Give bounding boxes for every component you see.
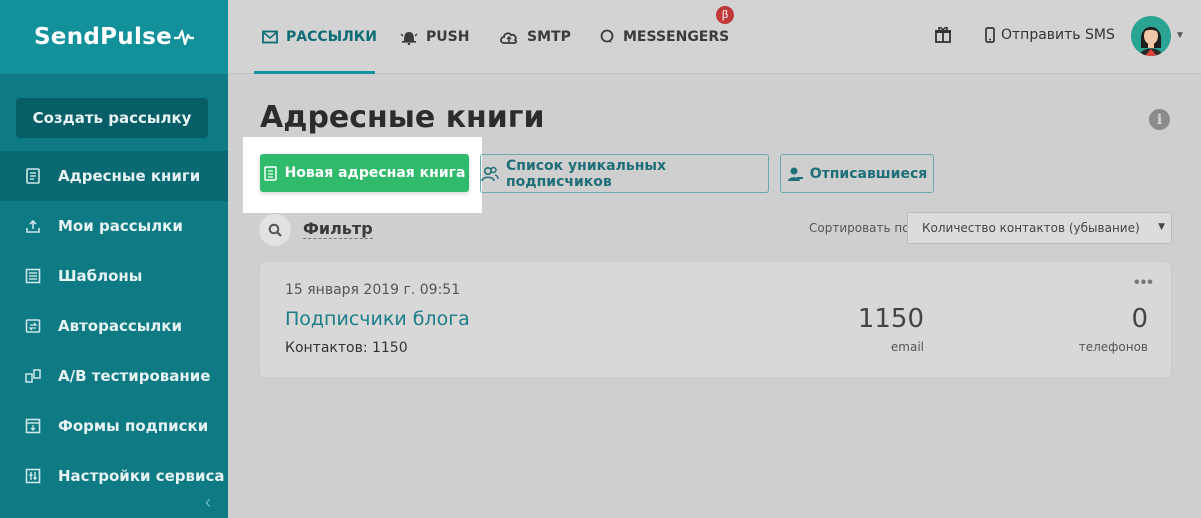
tab-campaigns[interactable]: РАССЫЛКИ — [262, 0, 377, 74]
more-options-icon[interactable]: ••• — [1134, 274, 1154, 292]
beta-badge: β — [716, 6, 734, 24]
sidebar-item-label: Шаблоны — [58, 267, 143, 285]
phone-count: 0 — [1131, 304, 1148, 334]
sidebar-item-my-campaigns[interactable]: Мои рассылки — [0, 201, 228, 251]
ab-test-icon — [24, 367, 42, 385]
button-label: Список уникальных подписчиков — [506, 157, 667, 190]
sort-label: Сортировать по — [809, 221, 910, 235]
user-minus-icon — [787, 166, 803, 182]
book-name-link[interactable]: Подписчики блога — [285, 308, 470, 330]
tab-label: PUSH — [426, 29, 470, 45]
tab-label: MESSENGERS — [623, 29, 730, 45]
new-address-book-button[interactable]: Новая адресная книга — [260, 154, 469, 192]
sidebar-item-label: Мои рассылки — [58, 217, 183, 235]
phone-count-label: телефонов — [1078, 340, 1148, 354]
collapse-sidebar-icon[interactable]: ‹ — [205, 492, 211, 513]
sidebar-item-address-books[interactable]: Адресные книги — [0, 151, 228, 201]
sidebar-item-templates[interactable]: Шаблоны — [0, 251, 228, 301]
users-icon — [481, 166, 499, 182]
chat-bubble-icon — [599, 29, 615, 45]
filter-toggle[interactable]: Фильтр — [303, 220, 373, 239]
brand-logo[interactable]: SendPulse — [0, 0, 228, 74]
pulse-icon — [174, 29, 195, 46]
sort-select[interactable]: Количество контактов (убывание) ▼ — [907, 212, 1172, 244]
book-created-date: 15 января 2019 г. 09:51 — [285, 282, 461, 298]
bell-icon — [400, 29, 418, 45]
tab-push[interactable]: PUSH — [400, 0, 469, 74]
unsubscribed-button[interactable]: Отписавшиеся — [780, 154, 934, 193]
settings-sliders-icon — [24, 467, 42, 485]
address-book-icon — [24, 167, 42, 185]
top-navigation: РАССЫЛКИ PUSH SMTP MESSENGERS β Отправит… — [228, 0, 1201, 74]
sidebar-item-service-settings[interactable]: Настройки сервиса — [0, 451, 228, 501]
sidebar-item-label: Настройки сервиса — [58, 467, 225, 485]
brand-name: SendPulse — [33, 24, 173, 50]
email-count-label: email — [890, 340, 924, 354]
chevron-down-icon[interactable]: ▼ — [1175, 30, 1185, 41]
sidebar-item-label: Формы подписки — [58, 417, 209, 435]
sidebar-item-autoresponders[interactable]: Авторассылки — [0, 301, 228, 351]
sidebar-item-label: Адресные книги — [58, 167, 201, 185]
cloud-upload-icon — [499, 30, 519, 45]
sidebar-item-label: Авторассылки — [58, 317, 182, 335]
button-label: Новая адресная книга — [284, 165, 466, 181]
sidebar: SendPulse Создать рассылку Адресные книг… — [0, 0, 228, 518]
phone-icon — [985, 27, 995, 43]
send-sms-link[interactable]: Отправить SMS — [985, 24, 1115, 46]
address-book-card: 15 января 2019 г. 09:51 Подписчики блога… — [259, 261, 1172, 378]
book-contacts-count: Контактов: 1150 — [285, 340, 408, 356]
avatar[interactable] — [1131, 16, 1171, 56]
create-campaign-button[interactable]: Создать рассылку — [16, 98, 208, 138]
gift-icon[interactable] — [934, 25, 952, 48]
button-label: Отписавшиеся — [809, 165, 928, 182]
email-count: 1150 — [857, 304, 924, 334]
sort-selected-value: Количество контактов (убывание) — [922, 221, 1140, 235]
sidebar-nav: Адресные книги Мои рассылки Шаблоны Авто… — [0, 151, 228, 501]
address-book-icon — [263, 165, 277, 181]
sidebar-item-ab-testing[interactable]: A/B тестирование — [0, 351, 228, 401]
info-icon[interactable]: i — [1149, 109, 1170, 130]
upload-tray-icon — [24, 217, 42, 235]
envelope-icon — [262, 30, 278, 44]
search-icon[interactable] — [259, 214, 291, 246]
tab-messengers[interactable]: MESSENGERS — [599, 0, 729, 74]
tab-label: РАССЫЛКИ — [286, 29, 377, 45]
sidebar-item-subscription-forms[interactable]: Формы подписки — [0, 401, 228, 451]
unique-subscribers-button[interactable]: Список уникальных подписчиков — [480, 154, 769, 193]
page-title: Адресные книги — [260, 100, 545, 135]
sidebar-item-label: A/B тестирование — [58, 367, 211, 385]
template-icon — [24, 267, 42, 285]
send-sms-label: Отправить SMS — [1001, 27, 1115, 43]
tab-smtp[interactable]: SMTP — [499, 0, 571, 74]
subscription-form-icon — [24, 417, 42, 435]
autoresponder-icon — [24, 317, 42, 335]
tab-label: SMTP — [527, 29, 571, 45]
chevron-down-icon: ▼ — [1158, 222, 1165, 232]
active-tab-indicator — [254, 71, 375, 74]
